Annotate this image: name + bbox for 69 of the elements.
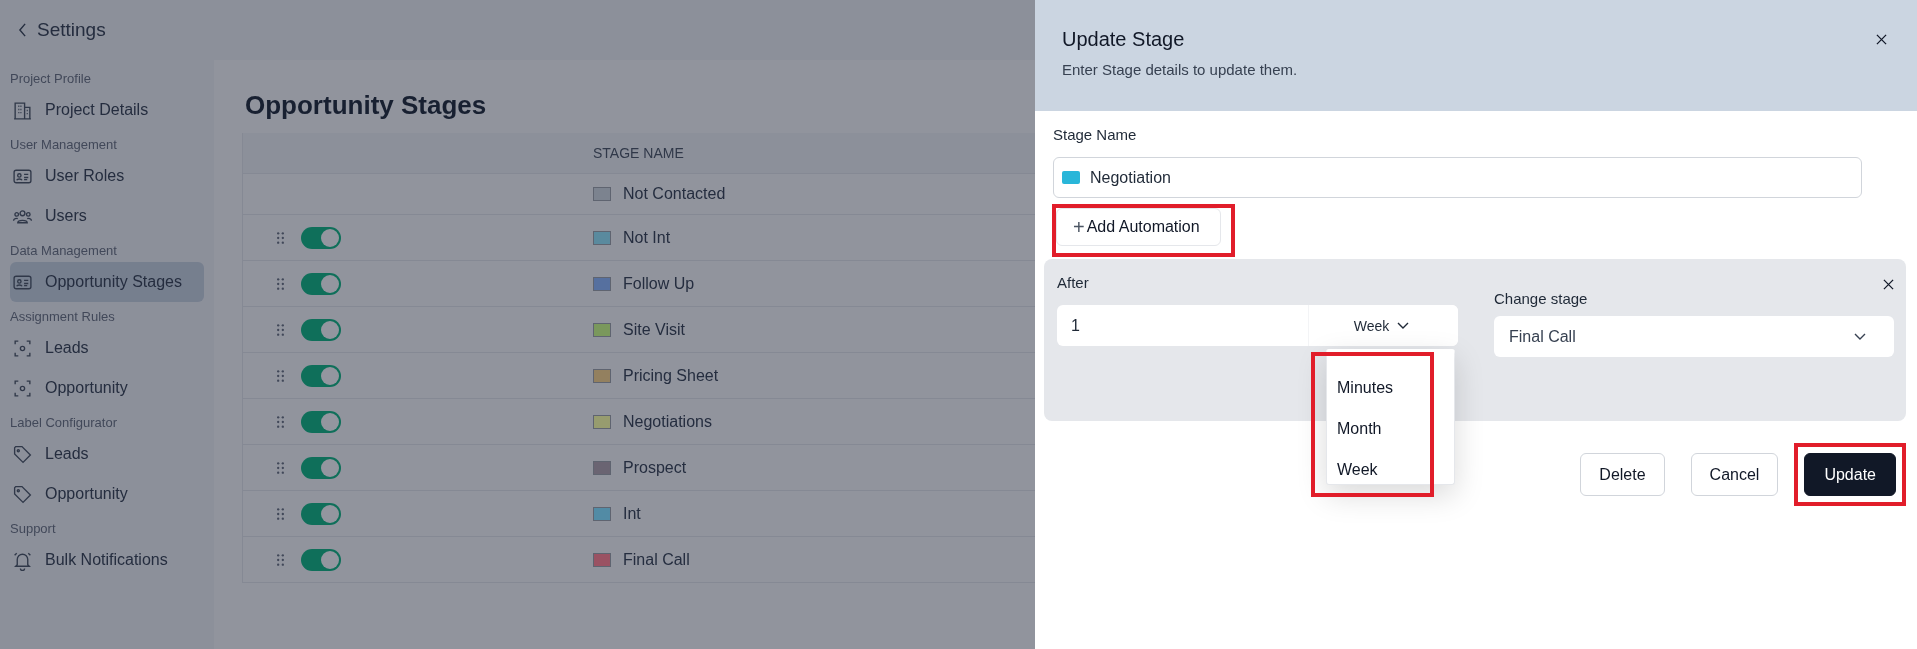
sidebar-item[interactable]: Leads — [10, 328, 204, 368]
sidebar-item[interactable]: Opportunity — [10, 368, 204, 408]
color-swatch[interactable] — [1062, 171, 1080, 184]
stage-name-field[interactable]: Negotiation — [1053, 157, 1862, 198]
sidebar-item[interactable]: Opportunity — [10, 474, 204, 514]
stage-name: Final Call — [623, 550, 690, 569]
sidebar-item[interactable]: Leads — [10, 434, 204, 474]
secondary-button[interactable]: Cancel — [1690, 453, 1779, 496]
sidebar-item[interactable]: Bulk Notifications — [10, 540, 204, 580]
toggle-switch[interactable] — [301, 364, 341, 387]
menu-option[interactable]: Month — [1327, 408, 1454, 449]
drag-handle-icon[interactable] — [277, 323, 284, 336]
secondary-button[interactable]: Delete — [1580, 453, 1665, 496]
toggle-switch[interactable] — [301, 410, 341, 433]
field-label: Change stage — [1494, 289, 1589, 309]
tag-icon — [12, 483, 33, 505]
sidebar-section-title: Data Management — [10, 242, 118, 260]
menu-option[interactable]: Week — [1327, 449, 1454, 490]
stage-name: Int — [623, 504, 641, 523]
toggle-switch[interactable] — [301, 318, 341, 341]
toggle-switch[interactable] — [301, 502, 341, 525]
stage-name: Site Visit — [623, 320, 685, 339]
sidebar-section-title: Assignment Rules — [10, 308, 116, 326]
sidebar-item[interactable]: Project Details — [10, 90, 204, 130]
toggle-switch[interactable] — [301, 456, 341, 479]
menu-option[interactable]: Minutes — [1327, 367, 1454, 408]
drawer-title: Update Stage — [1062, 28, 1186, 51]
drag-handle-icon[interactable] — [277, 415, 284, 428]
chevron-down-icon — [1397, 321, 1410, 330]
drawer-subtitle: Enter Stage details to update them. — [1062, 61, 1298, 78]
back-chevron-icon[interactable] — [18, 23, 27, 37]
back-button[interactable]: Settings — [18, 19, 106, 41]
field-label: Stage Name — [1052, 125, 1138, 145]
unit-dropdown[interactable]: Week — [1308, 305, 1458, 346]
sidebar-section-title: Support — [10, 520, 57, 538]
stage-select[interactable]: Final Call — [1494, 316, 1894, 357]
add-automation-button[interactable]: +Add Automation — [1056, 208, 1221, 246]
drag-handle-icon[interactable] — [277, 553, 284, 566]
scan-icon — [12, 337, 33, 359]
drag-handle-icon[interactable] — [277, 231, 284, 244]
drag-handle-icon[interactable] — [277, 461, 284, 474]
stage-name: Negotiations — [623, 412, 712, 431]
toggle-switch[interactable] — [301, 548, 341, 571]
stage-name: Not Int — [623, 228, 671, 247]
sidebar-section-title: User Management — [10, 136, 118, 154]
tag-icon — [12, 443, 33, 465]
sidebar-section-title: Label Configurator — [10, 414, 118, 432]
sidebar-item[interactable]: User Roles — [10, 156, 204, 196]
chevron-down-icon — [1854, 332, 1866, 341]
drag-handle-icon[interactable] — [277, 277, 284, 290]
close-icon[interactable] — [1883, 279, 1894, 290]
sidebar-item[interactable]: Users — [10, 196, 204, 236]
sidebar-section-title: Project Profile — [10, 70, 92, 88]
close-icon[interactable] — [1876, 34, 1887, 45]
stage-name: Prospect — [623, 458, 687, 477]
drag-handle-icon[interactable] — [277, 507, 284, 520]
stage-name: Pricing Sheet — [623, 366, 719, 385]
building-icon — [12, 99, 33, 121]
column-header: STAGE NAME — [593, 145, 684, 161]
primary-button[interactable]: Update — [1804, 453, 1896, 496]
field-label: After — [1057, 273, 1090, 293]
toggle-switch[interactable] — [301, 226, 341, 249]
stage-name: Not Contacted — [623, 185, 726, 203]
drag-handle-icon[interactable] — [277, 369, 284, 382]
number-field[interactable]: 1 — [1057, 305, 1308, 346]
page-title: Opportunity Stages — [245, 90, 488, 120]
stage-name: Follow Up — [623, 274, 695, 293]
toggle-switch[interactable] — [301, 272, 341, 295]
scan-icon — [12, 377, 33, 399]
